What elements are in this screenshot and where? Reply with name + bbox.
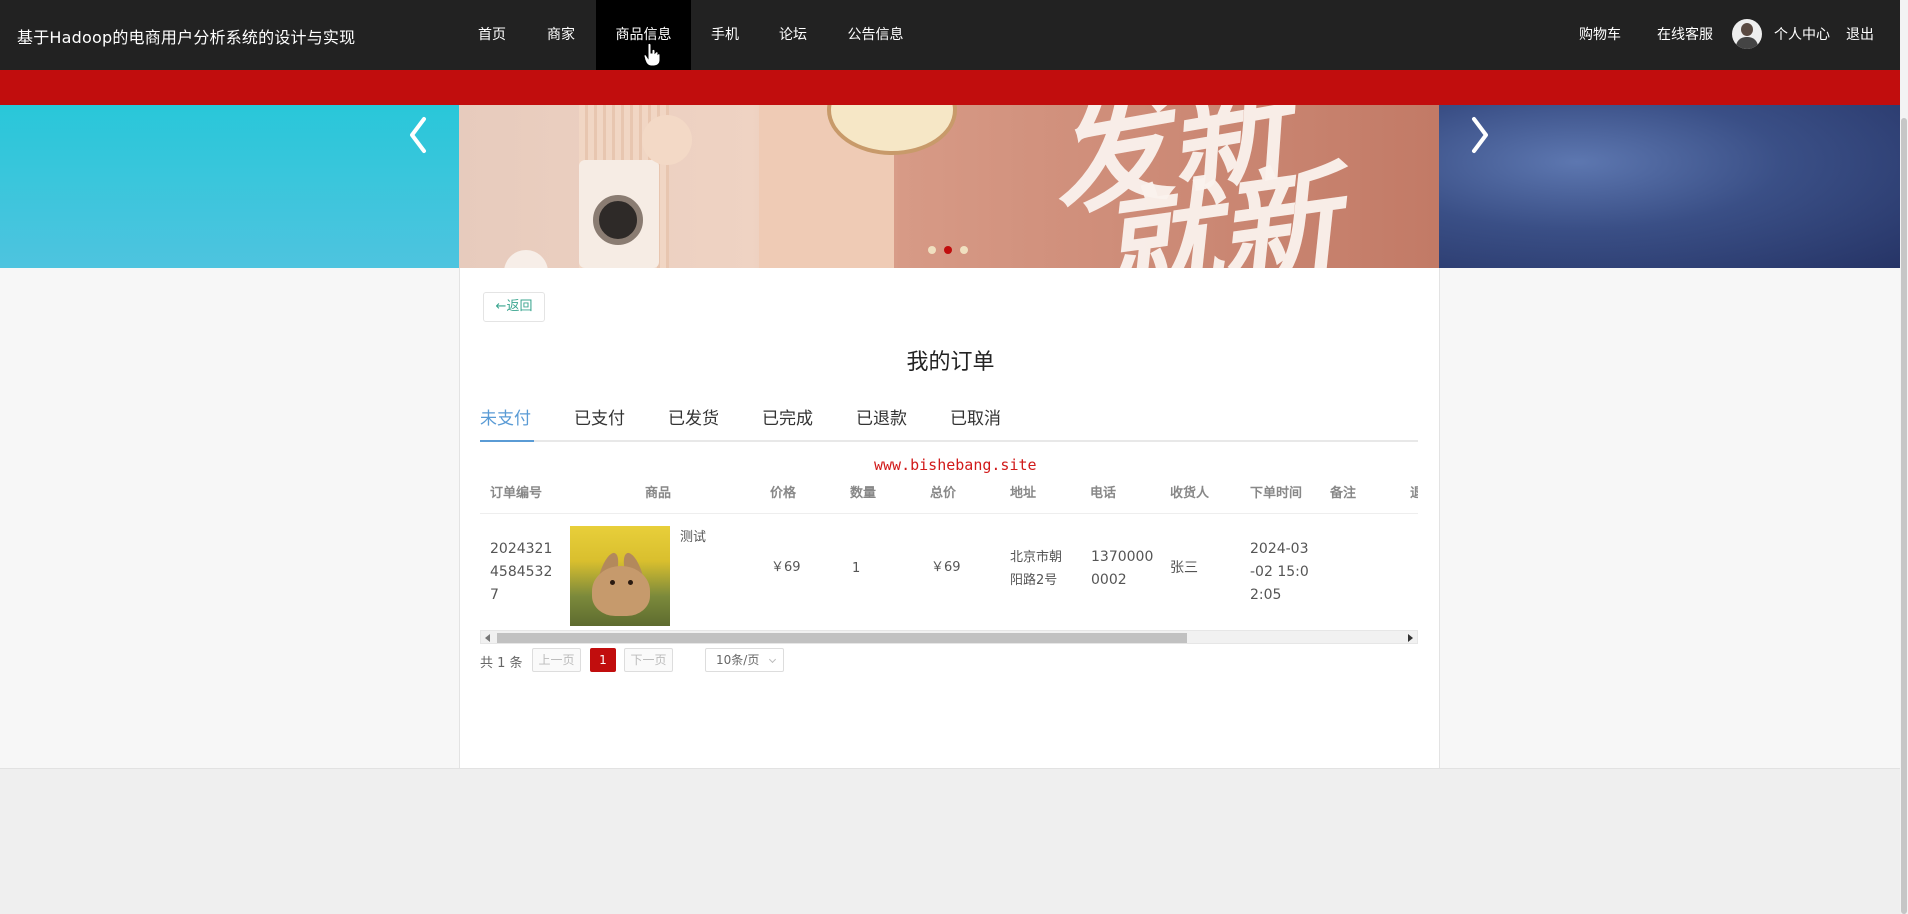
scrollbar-thumb[interactable] [497, 633, 1187, 643]
nav-announcements[interactable]: 公告信息 [838, 0, 913, 70]
tab-shipped[interactable]: 已发货 [668, 408, 719, 442]
phone-cell: 1370000 0002 [1091, 549, 1154, 588]
address-cell: 北京市朝 阳路2号 [1010, 550, 1063, 588]
column-header: 价格 [770, 486, 797, 501]
tab-cancelled[interactable]: 已取消 [950, 408, 1001, 442]
tab-completed[interactable]: 已完成 [762, 408, 813, 442]
nav-phone[interactable]: 手机 [700, 0, 750, 70]
banner-slide-prev [0, 105, 459, 268]
quantity-cell: 1 [852, 561, 861, 576]
banner-carousel: 发新 就新 [0, 105, 1900, 268]
total-count: 共 1 条 [480, 656, 523, 671]
site-title: 基于Hadoop的电商用户分析系统的设计与实现 [17, 28, 356, 47]
carousel-dot[interactable] [928, 246, 936, 254]
orders-panel: ←返回 我的订单 未支付 已支付 已发货 已完成 已退款 已取消 订单编号 商品… [459, 268, 1440, 768]
watermark: www.bishebang.site [874, 456, 1037, 474]
banner-slide-current[interactable]: 发新 就新 [459, 105, 1439, 268]
current-page-button[interactable]: 1 [590, 648, 616, 672]
back-label: 返回 [506, 299, 533, 314]
column-header: 退 [1410, 486, 1418, 501]
hand-cursor-icon [643, 43, 661, 67]
next-page-button[interactable]: 下一页 [624, 648, 673, 672]
cart-link[interactable]: 购物车 [1579, 0, 1621, 70]
footer-area [0, 768, 1900, 914]
product-image[interactable] [570, 526, 670, 626]
arrow-left-icon: ← [495, 299, 507, 314]
online-service-link[interactable]: 在线客服 [1657, 0, 1713, 70]
brand-strip [0, 70, 1900, 105]
column-header: 电话 [1090, 486, 1117, 501]
table-row[interactable]: 2024321 4584532 7 测试 ￥69 1 ￥69 北京市朝 阳路2号… [480, 514, 1418, 626]
nav-home[interactable]: 首页 [466, 0, 518, 70]
receiver-cell: 张三 [1170, 560, 1198, 576]
avatar[interactable] [1732, 19, 1762, 49]
scrollbar-thumb[interactable] [1901, 118, 1907, 914]
page-size-value: 10条/页 [716, 653, 760, 667]
chevron-right-icon[interactable] [1464, 113, 1494, 157]
tab-unpaid[interactable]: 未支付 [480, 408, 531, 442]
banner-decor [593, 195, 643, 245]
scroll-right-arrow-icon[interactable] [1408, 634, 1413, 642]
logout-link[interactable]: 退出 [1846, 0, 1874, 70]
profile-link[interactable]: 个人中心 [1774, 0, 1830, 70]
column-header: 地址 [1010, 486, 1037, 501]
carousel-dot-active[interactable] [944, 246, 952, 254]
page-size-select[interactable]: 10条/页 [705, 648, 784, 672]
banner-slide-next [1439, 105, 1900, 268]
nav-merchant[interactable]: 商家 [534, 0, 588, 70]
chevron-left-icon[interactable] [404, 113, 434, 157]
prev-page-button[interactable]: 上一页 [532, 648, 581, 672]
column-header: 数量 [850, 486, 877, 501]
scroll-left-arrow-icon[interactable] [485, 634, 490, 642]
banner-decor [504, 250, 548, 268]
order-time-cell: 2024-03 -02 15:0 2:05 [1250, 541, 1309, 603]
page-title: 我的订单 [906, 350, 995, 375]
page-vertical-scrollbar[interactable] [1900, 0, 1908, 914]
order-status-tabs: 未支付 已支付 已发货 已完成 已退款 已取消 [480, 408, 1418, 442]
table-header: 订单编号 商品 价格 数量 总价 地址 电话 收货人 下单时间 备注 退 [480, 468, 1418, 514]
carousel-dot[interactable] [960, 246, 968, 254]
tab-refunded[interactable]: 已退款 [856, 408, 907, 442]
total-cell: ￥69 [931, 560, 961, 575]
price-cell: ￥69 [771, 560, 801, 575]
active-tab-indicator [480, 440, 534, 442]
banner-decor [642, 115, 692, 165]
product-name[interactable]: 测试 [680, 526, 706, 549]
column-header: 商品 [645, 486, 672, 501]
tab-paid[interactable]: 已支付 [574, 408, 625, 442]
banner-brush-text: 就新 [1090, 147, 1348, 268]
top-navbar: 基于Hadoop的电商用户分析系统的设计与实现 首页 商家 商品信息 手机 论坛… [0, 0, 1900, 70]
nav-forum[interactable]: 论坛 [768, 0, 818, 70]
chevron-down-icon [768, 655, 777, 664]
column-header: 总价 [930, 486, 957, 501]
order-number: 2024321 4584532 7 [490, 541, 553, 603]
column-header: 收货人 [1170, 486, 1210, 501]
column-header: 下单时间 [1250, 486, 1303, 501]
table-horizontal-scrollbar[interactable] [480, 630, 1418, 644]
back-button[interactable]: ←返回 [483, 292, 545, 322]
column-header: 备注 [1330, 486, 1357, 501]
column-header: 订单编号 [490, 486, 543, 501]
